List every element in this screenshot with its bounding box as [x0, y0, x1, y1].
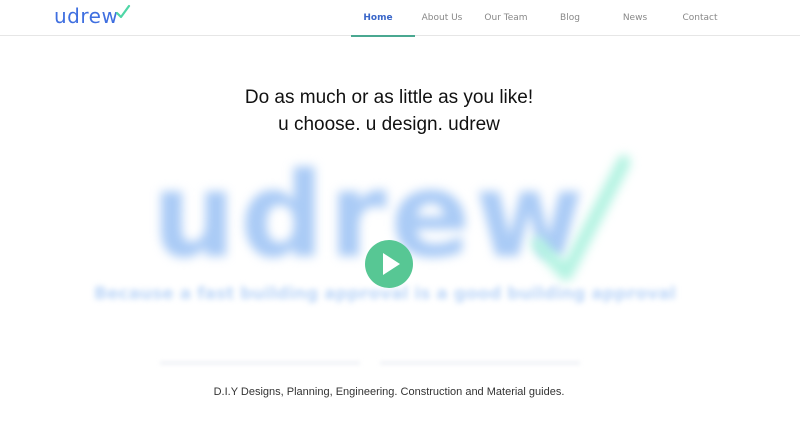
play-button[interactable] [365, 240, 413, 288]
nav-contact[interactable]: Contact [668, 0, 732, 36]
hero-checkmark-icon [531, 155, 630, 281]
play-icon [382, 253, 400, 275]
nav-label: Blog [560, 13, 580, 23]
nav-our-team[interactable]: Our Team [474, 0, 538, 36]
logo-text: udrew [54, 4, 119, 28]
hero-tagline: Because a fast building approval is a go… [94, 284, 676, 304]
hero-headline: Do as much or as little as you like! u c… [0, 84, 778, 138]
nav-label: News [622, 13, 648, 23]
site-header: udrew Home About Us Our Team Blog News C… [0, 0, 800, 37]
nav-label: Contact [682, 13, 718, 23]
services-subtitle: D.I.Y Designs, Planning, Engineering. Co… [213, 386, 565, 398]
nav-label: About Us [421, 13, 463, 23]
headline-line-1: Do as much or as little as you like! [244, 87, 534, 108]
headline-line-2: u choose. u design. udrew [278, 114, 500, 135]
hero-divider [380, 362, 580, 364]
nav-blog[interactable]: Blog [538, 0, 602, 36]
nav-home[interactable]: Home [346, 0, 415, 37]
logo[interactable]: udrew [54, 4, 131, 28]
nav-label: Home [363, 13, 393, 23]
nav-about-us[interactable]: About Us [410, 0, 474, 36]
hero-divider [160, 362, 360, 364]
nav-news[interactable]: News [603, 0, 667, 36]
nav-label: Our Team [484, 13, 528, 23]
checkmark-icon [116, 4, 131, 19]
